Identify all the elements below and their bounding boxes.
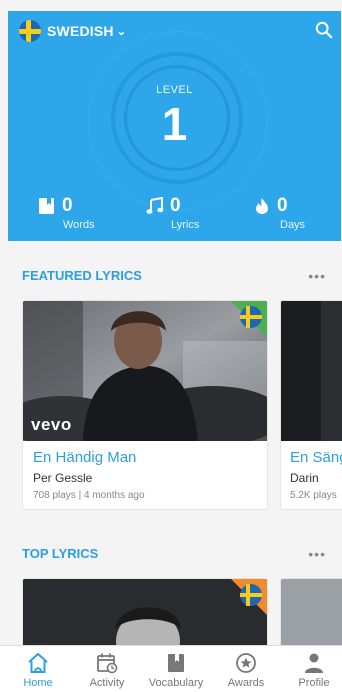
nav-profile-label: Profile	[298, 677, 330, 689]
nav-profile[interactable]: Profile	[280, 646, 342, 692]
featured-more-icon[interactable]: •••	[308, 268, 326, 284]
bottom-navigation: Home Activity Vocabulary Awards Profile	[0, 645, 342, 692]
lyric-card[interactable]: En Säng Darin 5.2K plays	[280, 300, 342, 510]
stat-days-value: 0	[277, 195, 288, 216]
lyric-title: En Säng	[290, 449, 342, 466]
flame-icon	[256, 198, 268, 214]
level-header: SWEDISH ⌄ LEVEL 1 0 Words 0 Lyrics 0 Day…	[8, 11, 341, 241]
award-medal-icon	[236, 653, 256, 673]
sweden-flag-corner-icon	[231, 301, 267, 337]
sweden-flag-corner-icon	[231, 579, 267, 615]
home-icon	[28, 652, 48, 673]
profile-person-icon	[305, 653, 323, 673]
nav-home-label: Home	[23, 677, 53, 689]
stat-words: 0 Words	[38, 195, 118, 235]
music-note-icon	[146, 197, 164, 214]
video-thumbnail	[281, 301, 342, 441]
vevo-badge: vevo	[31, 415, 72, 434]
level-label: LEVEL	[156, 84, 193, 96]
lyric-artist: Per Gessle	[33, 471, 93, 485]
search-icon[interactable]	[315, 21, 333, 39]
lyric-artist: Darin	[290, 471, 319, 485]
stat-words-label: Words	[63, 219, 95, 231]
stat-lyrics-label: Lyrics	[171, 219, 200, 231]
vocabulary-book-icon	[168, 654, 184, 672]
nav-awards[interactable]: Awards	[212, 646, 280, 692]
nav-activity[interactable]: Activity	[73, 646, 141, 692]
stat-lyrics: 0 Lyrics	[146, 195, 226, 235]
lyric-card[interactable]: vevo En Händig Man Per Gessle 708 plays …	[22, 300, 268, 510]
nav-vocabulary[interactable]: Vocabulary	[142, 646, 210, 692]
chevron-down-icon: ⌄	[116, 25, 126, 38]
nav-home[interactable]: Home	[4, 646, 72, 692]
video-thumbnail: vevo	[23, 301, 267, 441]
stat-days-label: Days	[280, 219, 306, 231]
book-icon	[39, 198, 54, 214]
lyric-title: En Händig Man	[33, 449, 137, 466]
activity-calendar-icon	[97, 653, 118, 674]
top-more-icon[interactable]: •••	[308, 546, 326, 562]
featured-lyrics-title: FEATURED LYRICS	[22, 268, 142, 283]
nav-vocabulary-label: Vocabulary	[148, 677, 204, 689]
level-value: 1	[161, 98, 188, 150]
stat-lyrics-value: 0	[170, 195, 181, 216]
app-screen: SWEDISH ⌄ LEVEL 1 0 Words 0 Lyrics 0 Day…	[0, 0, 342, 692]
stat-words-value: 0	[62, 195, 73, 216]
lyric-meta: 708 plays | 4 months ago	[33, 490, 145, 501]
nav-activity-label: Activity	[89, 677, 125, 689]
top-lyrics-title: TOP LYRICS	[22, 546, 99, 561]
sweden-flag-icon	[19, 20, 41, 42]
language-label: SWEDISH	[47, 23, 114, 39]
language-selector[interactable]: SWEDISH ⌄	[19, 20, 126, 42]
stat-days: 0 Days	[253, 195, 333, 235]
lyric-meta: 5.2K plays	[290, 490, 337, 501]
nav-awards-label: Awards	[227, 677, 265, 689]
video-still-image	[281, 301, 342, 441]
